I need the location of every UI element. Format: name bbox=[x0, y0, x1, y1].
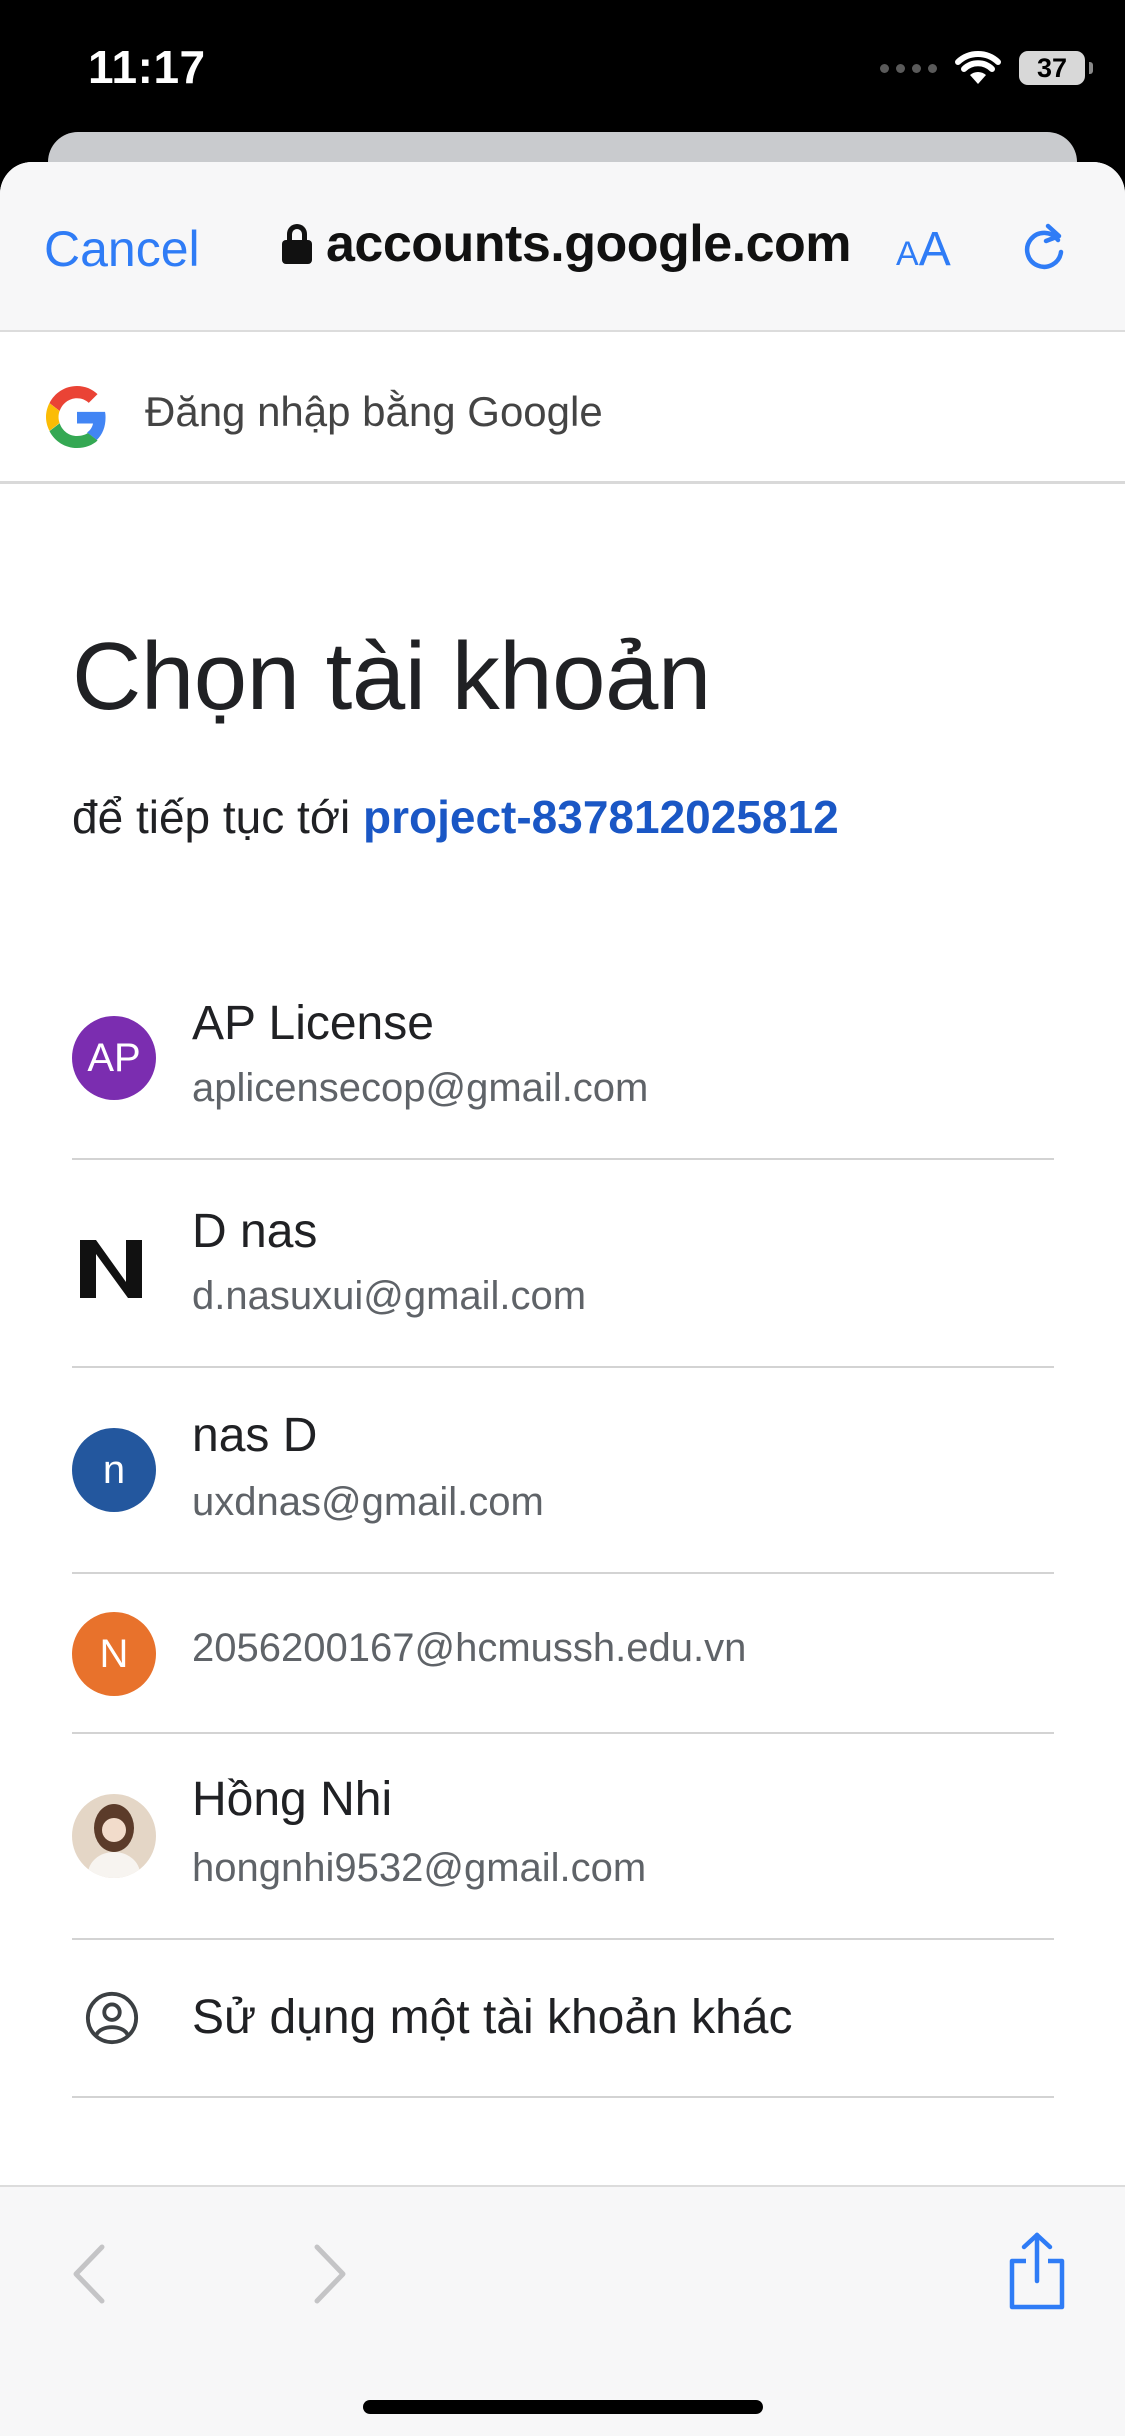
reload-icon[interactable] bbox=[1018, 222, 1070, 274]
status-bar: 11:17 37 bbox=[0, 0, 1125, 135]
account-name: Hồng Nhi bbox=[192, 1773, 393, 1826]
avatar: n bbox=[72, 1428, 156, 1512]
account-email: uxdnas@gmail.com bbox=[192, 1480, 544, 1524]
avatar: AP bbox=[72, 1016, 156, 1100]
home-indicator[interactable] bbox=[363, 2400, 763, 2414]
battery-indicator: 37 bbox=[1019, 51, 1093, 85]
account-email: aplicensecop@gmail.com bbox=[192, 1066, 649, 1110]
page-title: Chọn tài khoản bbox=[72, 623, 711, 730]
status-time: 11:17 bbox=[88, 41, 206, 93]
google-signin-header: Đăng nhập bằng Google bbox=[0, 332, 1125, 484]
account-row[interactable]: n nas D uxdnas@gmail.com bbox=[72, 1370, 1054, 1574]
page-subtitle: để tiếp tục tới project-837812025812 bbox=[72, 790, 839, 844]
account-email: d.nasuxui@gmail.com bbox=[192, 1274, 587, 1318]
url-text: accounts.google.com bbox=[326, 215, 852, 273]
account-name: AP License bbox=[192, 997, 434, 1050]
account-name: D nas bbox=[192, 1205, 318, 1258]
subtitle-prefix: để tiếp tục tới bbox=[72, 791, 351, 843]
account-row[interactable]: D nas d.nasuxui@gmail.com bbox=[72, 1162, 1054, 1368]
status-indicators: 37 bbox=[880, 48, 1093, 88]
use-another-account-row[interactable]: Sử dụng một tài khoản khác bbox=[72, 1942, 1054, 2098]
chevron-right-icon[interactable] bbox=[305, 2239, 355, 2309]
account-row[interactable]: AP AP License aplicensecop@gmail.com bbox=[72, 970, 1054, 1160]
avatar-logo-n-icon bbox=[80, 1240, 142, 1298]
lock-icon bbox=[282, 224, 312, 264]
google-logo-icon bbox=[46, 386, 106, 448]
project-link[interactable]: project-837812025812 bbox=[363, 791, 839, 843]
account-name: nas D bbox=[192, 1409, 318, 1462]
signin-with-google-text: Đăng nhập bằng Google bbox=[145, 388, 603, 435]
use-another-account-label: Sử dụng một tài khoản khác bbox=[192, 1991, 793, 2044]
wifi-icon bbox=[955, 51, 1001, 84]
address-bar[interactable]: accounts.google.com bbox=[282, 214, 852, 274]
bottom-toolbar bbox=[0, 2185, 1125, 2436]
avatar: N bbox=[72, 1612, 156, 1696]
account-row[interactable]: N 2056200167@hcmussh.edu.vn bbox=[72, 1576, 1054, 1734]
account-email: hongnhi9532@gmail.com bbox=[192, 1846, 647, 1890]
account-row[interactable]: Hồng Nhi hongnhi9532@gmail.com bbox=[72, 1736, 1054, 1940]
chevron-left-icon[interactable] bbox=[64, 2239, 114, 2309]
cancel-button[interactable]: Cancel bbox=[44, 220, 200, 278]
browser-header: Cancel accounts.google.com AA bbox=[0, 162, 1125, 332]
share-icon[interactable] bbox=[1006, 2231, 1068, 2311]
text-size-button[interactable]: AA bbox=[896, 222, 951, 277]
account-circle-icon bbox=[85, 1991, 139, 2045]
account-email: 2056200167@hcmussh.edu.vn bbox=[192, 1626, 747, 1670]
cellular-signal-icon bbox=[880, 63, 937, 73]
avatar-photo bbox=[72, 1794, 156, 1878]
